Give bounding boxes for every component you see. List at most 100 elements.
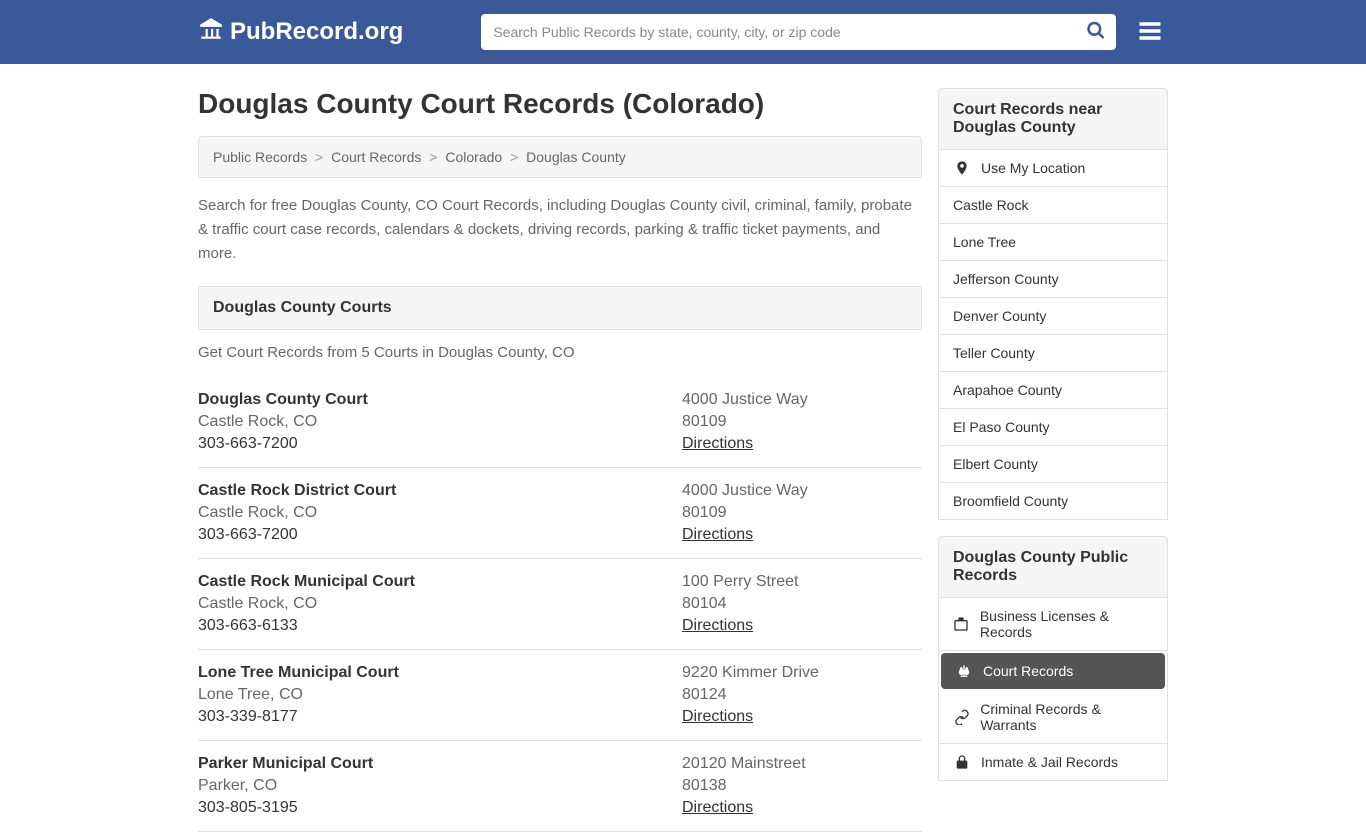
court-directions-link[interactable]: Directions [682,526,753,543]
sidebar-public-label: Court Records [983,663,1073,679]
sidebar-public-box: Douglas County Public Records Business L… [938,536,1168,781]
court-item: Castle Rock Municipal Court Castle Rock,… [198,559,922,650]
court-name: Lone Tree Municipal Court [198,664,682,682]
container: Douglas County Court Records (Colorado) … [198,64,1168,832]
breadcrumb-separator: > [429,149,437,165]
courts-list: Douglas County Court Castle Rock, CO 303… [198,377,922,832]
court-address: 100 Perry Street [682,573,922,591]
court-phone[interactable]: 303-663-7200 [198,526,682,544]
search-wrap [481,14,1116,50]
page-title: Douglas County Court Records (Colorado) [198,88,922,120]
use-my-location[interactable]: Use My Location [939,150,1167,187]
breadcrumb: Public Records > Court Records > Colorad… [198,136,922,178]
court-zip: 80138 [682,777,922,795]
court-left: Castle Rock Municipal Court Castle Rock,… [198,573,682,635]
header: PubRecord.org [0,0,1366,64]
court-address: 9220 Kimmer Drive [682,664,922,682]
court-phone[interactable]: 303-805-3195 [198,799,682,817]
court-left: Lone Tree Municipal Court Lone Tree, CO … [198,664,682,726]
court-left: Parker Municipal Court Parker, CO 303-80… [198,755,682,817]
courts-section-header: Douglas County Courts [198,286,922,330]
location-icon [953,160,971,176]
court-right: 20120 Mainstreet 80138 Directions [682,755,922,817]
breadcrumb-link[interactable]: Court Records [331,149,421,165]
sidebar-near-item[interactable]: El Paso County [939,409,1167,446]
court-name: Castle Rock Municipal Court [198,573,682,591]
sidebar-near-item[interactable]: Arapahoe County [939,372,1167,409]
court-item: Douglas County Court Castle Rock, CO 303… [198,377,922,468]
court-name: Parker Municipal Court [198,755,682,773]
sidebar-public-label: Business Licenses & Records [980,608,1153,640]
court-name: Castle Rock District Court [198,482,682,500]
court-location: Parker, CO [198,777,682,795]
court-address: 4000 Justice Way [682,391,922,409]
breadcrumb-separator: > [315,149,323,165]
court-location: Castle Rock, CO [198,595,682,613]
sidebar-near-item[interactable]: Lone Tree [939,224,1167,261]
sidebar-public-header: Douglas County Public Records [938,536,1168,598]
breadcrumb-separator: > [510,149,518,165]
sidebar-near-list: Use My Location Castle RockLone TreeJeffe… [938,150,1168,520]
court-right: 4000 Justice Way 80109 Directions [682,391,922,453]
court-address: 4000 Justice Way [682,482,922,500]
sidebar-public-list: Business Licenses & Records Court Records… [938,598,1168,781]
logo[interactable]: PubRecord.org [198,16,403,49]
court-zip: 80104 [682,595,922,613]
court-right: 4000 Justice Way 80109 Directions [682,482,922,544]
court-left: Douglas County Court Castle Rock, CO 303… [198,391,682,453]
header-inner: PubRecord.org [198,13,1168,52]
sidebar-public-item[interactable]: Court Records [941,653,1165,689]
courts-section-subtext: Get Court Records from 5 Courts in Dougl… [198,344,922,361]
search-input[interactable] [481,14,1116,50]
court-location: Castle Rock, CO [198,413,682,431]
court-directions-link[interactable]: Directions [682,617,753,634]
briefcase-icon [953,616,970,632]
court-zip: 80109 [682,413,922,431]
court-item: Lone Tree Municipal Court Lone Tree, CO … [198,650,922,741]
court-address: 20120 Mainstreet [682,755,922,773]
sidebar-public-item[interactable]: Inmate & Jail Records [939,744,1167,780]
scales-icon [955,663,973,679]
court-location: Lone Tree, CO [198,686,682,704]
court-left: Castle Rock District Court Castle Rock, … [198,482,682,544]
court-zip: 80109 [682,504,922,522]
court-right: 9220 Kimmer Drive 80124 Directions [682,664,922,726]
court-directions-link[interactable]: Directions [682,435,753,452]
sidebar-near-item[interactable]: Elbert County [939,446,1167,483]
court-phone[interactable]: 303-663-6133 [198,617,682,635]
sidebar-near-item[interactable]: Teller County [939,335,1167,372]
link-icon [953,709,970,725]
sidebar: Court Records near Douglas County Use My… [938,88,1168,832]
breadcrumb-current: Douglas County [526,149,626,165]
search-button[interactable] [1082,17,1110,48]
court-zip: 80124 [682,686,922,704]
court-phone[interactable]: 303-339-8177 [198,708,682,726]
sidebar-near-item[interactable]: Jefferson County [939,261,1167,298]
court-item: Castle Rock District Court Castle Rock, … [198,468,922,559]
sidebar-near-item[interactable]: Castle Rock [939,187,1167,224]
sidebar-public-item[interactable]: Business Licenses & Records [939,598,1167,651]
main-content: Douglas County Court Records (Colorado) … [198,88,922,832]
sidebar-near-header: Court Records near Douglas County [938,88,1168,150]
use-my-location-label: Use My Location [981,160,1085,176]
intro-text: Search for free Douglas County, CO Court… [198,194,922,266]
menu-icon [1136,17,1164,45]
menu-button[interactable] [1132,13,1168,52]
sidebar-near-item[interactable]: Denver County [939,298,1167,335]
sidebar-near-item[interactable]: Broomfield County [939,483,1167,519]
court-directions-link[interactable]: Directions [682,799,753,816]
sidebar-public-label: Criminal Records & Warrants [980,701,1153,733]
search-icon [1086,21,1106,41]
court-location: Castle Rock, CO [198,504,682,522]
breadcrumb-link[interactable]: Colorado [445,149,502,165]
court-item: Parker Municipal Court Parker, CO 303-80… [198,741,922,832]
building-icon [198,16,224,49]
sidebar-public-item[interactable]: Criminal Records & Warrants [939,691,1167,744]
breadcrumb-link[interactable]: Public Records [213,149,307,165]
logo-text: PubRecord.org [230,18,403,46]
sidebar-near-box: Court Records near Douglas County Use My… [938,88,1168,520]
court-name: Douglas County Court [198,391,682,409]
court-right: 100 Perry Street 80104 Directions [682,573,922,635]
court-phone[interactable]: 303-663-7200 [198,435,682,453]
court-directions-link[interactable]: Directions [682,708,753,725]
